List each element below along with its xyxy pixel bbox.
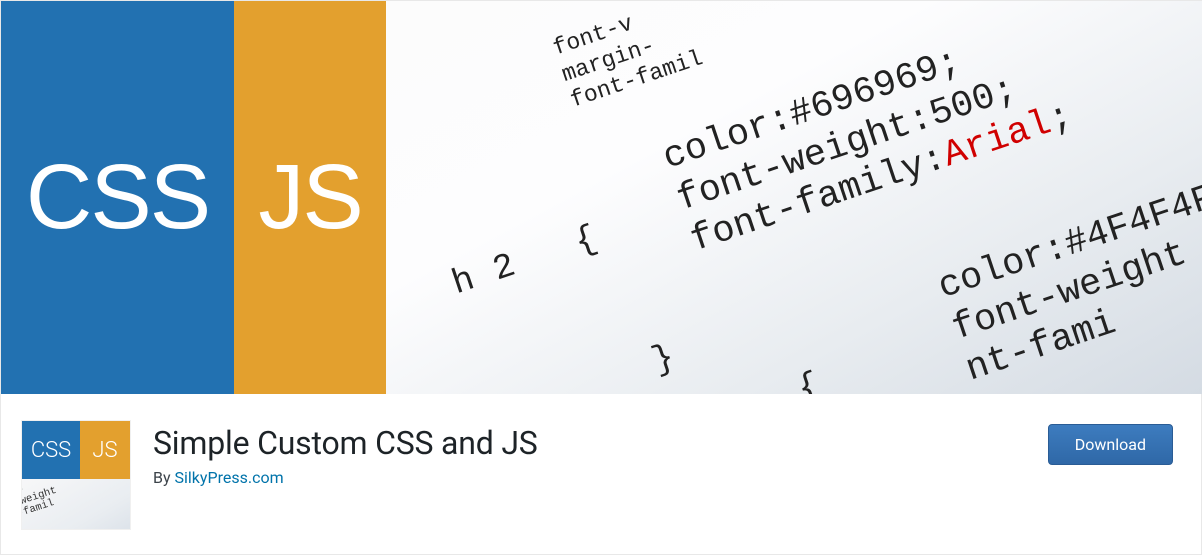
banner-css-label: CSS (26, 145, 209, 250)
code-h2-close: } (647, 337, 680, 382)
author-link[interactable]: SilkyPress.com (175, 468, 284, 487)
by-prefix: By (153, 468, 175, 487)
banner-css-panel: CSS (1, 1, 234, 394)
thumbnail-code-inner: or:#4 ont-weight ont-famil (22, 479, 130, 529)
plugin-byline: By SilkyPress.com (153, 468, 1026, 487)
banner-js-panel: JS (234, 1, 386, 394)
download-wrap: Download (1048, 420, 1173, 465)
plugin-title-block: Simple Custom CSS and JS By SilkyPress.c… (153, 420, 1026, 487)
code-fragment-top: font-v margin- font-famil (550, 1, 707, 115)
thumbnail-code: or:#4 ont-weight ont-famil (22, 479, 130, 529)
plugin-thumbnail: CSS JS or:#4 ont-weight ont-famil (21, 420, 131, 530)
thumbnail-css-label: CSS (22, 421, 80, 479)
plugin-title: Simple Custom CSS and JS (153, 424, 1026, 462)
code-h2-selector: h2 { (447, 211, 623, 304)
plugin-page: CSS JS font-v margin- font-famil h2 { co… (1, 1, 1202, 556)
thumbnail-top: CSS JS (22, 421, 130, 479)
download-button[interactable]: Download (1048, 424, 1173, 465)
banner-js-label: JS (258, 145, 361, 250)
code-text: h2 { (447, 211, 623, 304)
banner-code-surface: font-v margin- font-famil h2 { color:#69… (386, 1, 1202, 394)
banner-code-panel: font-v margin- font-famil h2 { color:#69… (386, 1, 1202, 394)
thumbnail-js-label: JS (80, 421, 130, 479)
code-h3-selector: h3 { (670, 358, 846, 394)
code-h2-body: color:#696969; font-weight:500; font-fam… (658, 13, 1079, 264)
code-h3-body: color:#4F4F4F font-weight nt-fami (933, 177, 1202, 393)
plugin-banner: CSS JS font-v margin- font-famil h2 { co… (1, 1, 1202, 394)
plugin-info-row: CSS JS or:#4 ont-weight ont-famil Simple… (1, 394, 1202, 556)
